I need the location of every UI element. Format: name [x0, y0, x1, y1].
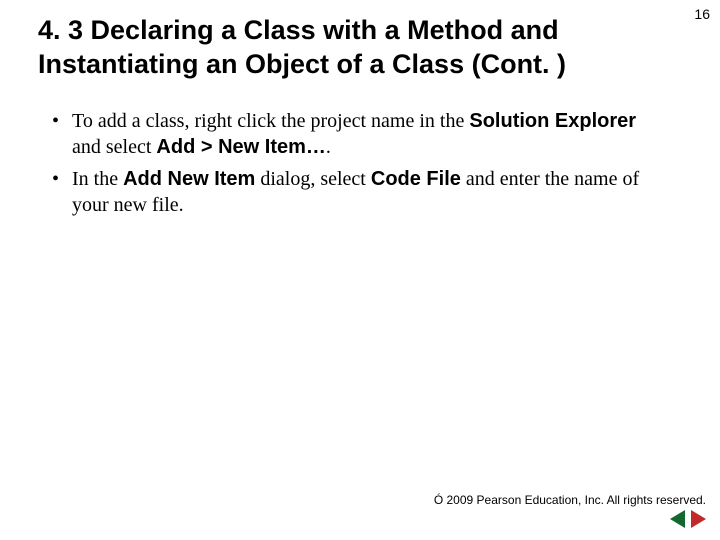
list-item: In the Add New Item dialog, select Code …	[50, 166, 660, 218]
text: dialog, select	[255, 168, 371, 190]
nav-arrows	[434, 510, 706, 528]
text: In the	[72, 168, 123, 190]
next-arrow-icon[interactable]	[691, 510, 706, 528]
bullet-list: To add a class, right click the project …	[50, 108, 660, 218]
slide-body: To add a class, right click the project …	[50, 108, 660, 224]
text: and select	[72, 136, 156, 158]
text: .	[326, 136, 331, 158]
ui-term: Add New Item	[123, 168, 255, 190]
slide-title: 4. 3 Declaring a Class with a Method and…	[38, 14, 598, 82]
prev-arrow-icon[interactable]	[670, 510, 685, 528]
ui-term: Solution Explorer	[469, 110, 636, 132]
list-item: To add a class, right click the project …	[50, 108, 660, 160]
text: To add a class, right click the project …	[72, 110, 469, 132]
ui-term: Code File	[371, 168, 461, 190]
copyright-text: Ó 2009 Pearson Education, Inc. All right…	[434, 493, 706, 507]
footer: Ó 2009 Pearson Education, Inc. All right…	[434, 493, 706, 528]
page-number: 16	[694, 6, 710, 22]
ui-term: Add > New Item…	[156, 136, 325, 158]
slide: 16 4. 3 Declaring a Class with a Method …	[0, 0, 720, 540]
